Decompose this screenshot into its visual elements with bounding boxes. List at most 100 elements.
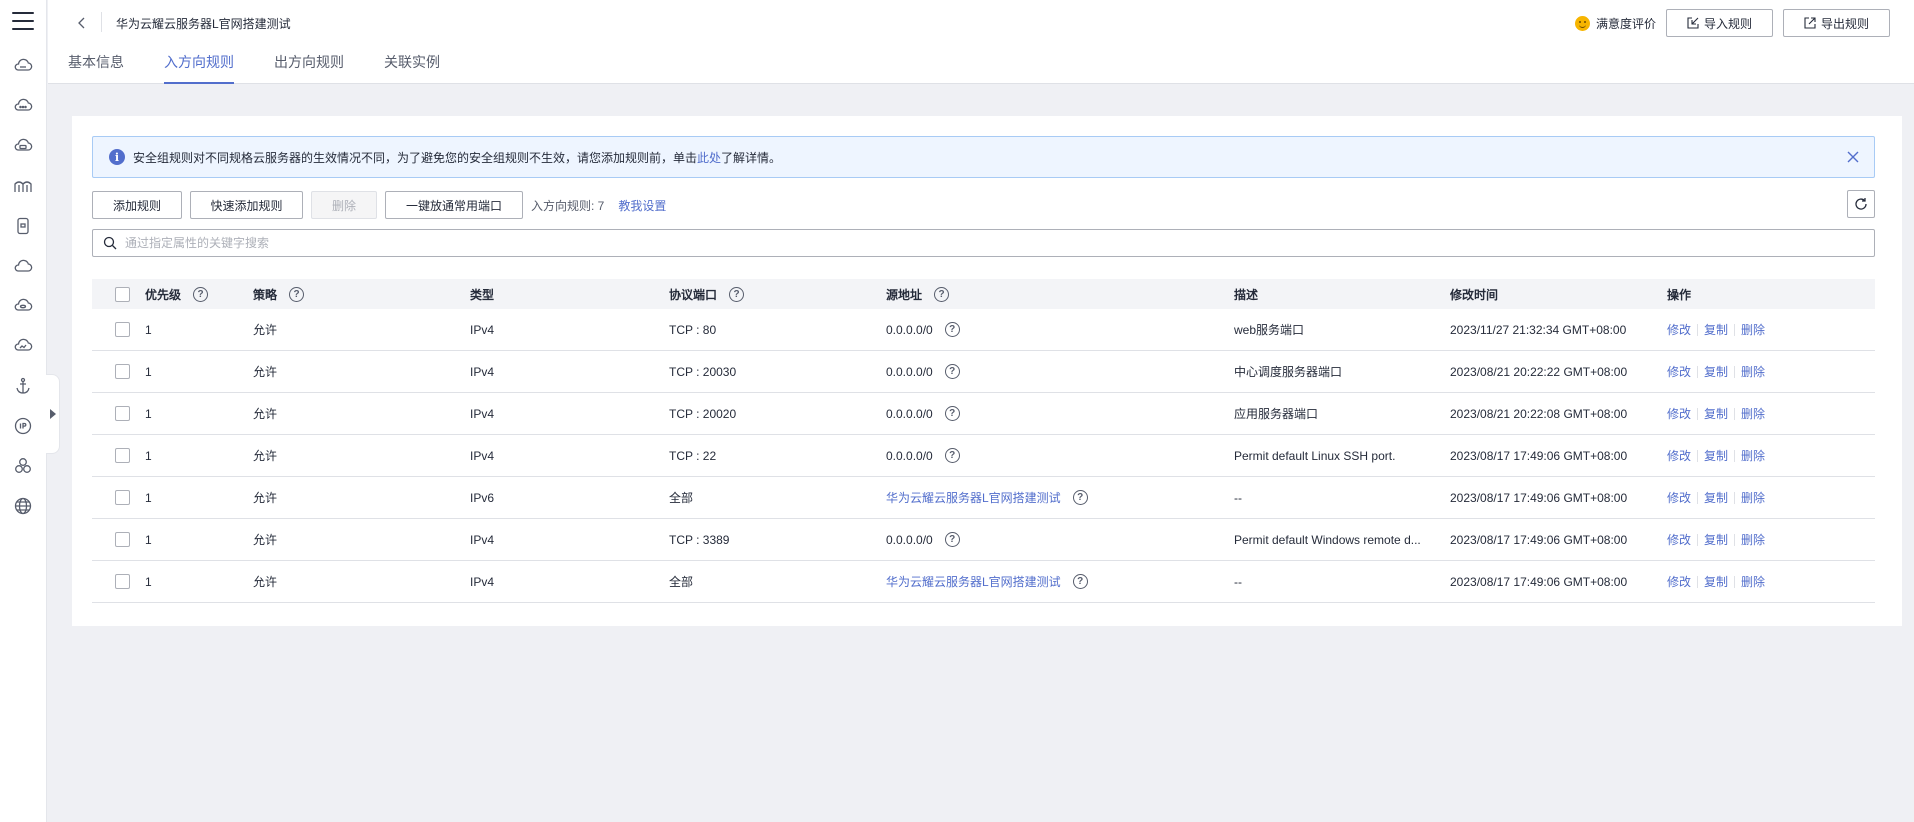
hamburger-menu-icon[interactable] (12, 12, 34, 30)
edit-link[interactable]: 修改 (1667, 489, 1697, 506)
open-common-ports-button[interactable]: 一键放通常用端口 (385, 191, 523, 219)
left-nav-rail (0, 0, 47, 822)
tab-outbound-rules[interactable]: 出方向规则 (254, 52, 364, 84)
delete-link[interactable]: 删除 (1735, 363, 1771, 380)
delete-link[interactable]: 删除 (1735, 573, 1771, 590)
tab-basic-info[interactable]: 基本信息 (68, 52, 144, 84)
close-icon[interactable] (1846, 150, 1860, 164)
notice-detail-link[interactable]: 此处 (697, 151, 721, 165)
delete-link[interactable]: 删除 (1735, 405, 1771, 422)
ip-icon[interactable] (12, 415, 34, 437)
cloud-server-icon[interactable] (12, 55, 34, 77)
tab-associated-instances[interactable]: 关联实例 (364, 52, 460, 84)
source-value[interactable]: 华为云耀云服务器L官网搭建测试 (886, 573, 1061, 590)
source-help-icon[interactable]: ? (944, 448, 960, 463)
rail-expand-toggle[interactable] (46, 374, 60, 454)
source-help-icon[interactable]: ? (944, 532, 960, 547)
import-icon (1687, 17, 1699, 29)
source-help-icon[interactable]: ? (944, 322, 960, 337)
col-time-label: 修改时间 (1450, 287, 1499, 302)
delete-link[interactable]: 删除 (1735, 447, 1771, 464)
import-rules-button[interactable]: 导入规则 (1665, 9, 1773, 37)
header-divider (101, 12, 102, 32)
time-cell: 2023/08/21 20:22:22 GMT+08:00 (1450, 364, 1628, 379)
cloud-icon[interactable] (12, 255, 34, 277)
source-help-icon[interactable]: ? (944, 406, 960, 421)
select-all-checkbox[interactable] (115, 286, 130, 302)
source-help-icon[interactable]: ? (1072, 490, 1088, 505)
globe-icon[interactable] (12, 495, 34, 517)
priority-cell: 1 (145, 532, 152, 547)
ops-cell: 修改 复制 删除 (1667, 309, 1875, 350)
copy-link[interactable]: 复制 (1698, 447, 1734, 464)
rules-card: i 安全组规则对不同规格云服务器的生效情况不同，为了避免您的安全组规则不生效，请… (72, 116, 1902, 626)
delete-link[interactable]: 删除 (1735, 489, 1771, 506)
col-desc-label: 描述 (1234, 287, 1259, 302)
desc-value: Permit default Linux SSH port. (1234, 448, 1396, 463)
priority-cell: 1 (145, 490, 152, 505)
row-checkbox[interactable] (115, 490, 130, 505)
edit-link[interactable]: 修改 (1667, 405, 1697, 422)
row-checkbox[interactable] (115, 364, 130, 379)
row-select-cell (92, 435, 145, 476)
source-cell: 0.0.0.0/0? (886, 519, 1234, 560)
edit-link[interactable]: 修改 (1667, 321, 1697, 338)
row-checkbox[interactable] (115, 574, 130, 589)
teach-me-link[interactable]: 教我设置 (618, 197, 666, 214)
search-input[interactable] (125, 236, 1825, 250)
export-rules-button[interactable]: 导出规则 (1782, 9, 1890, 37)
tab-inbound-rules[interactable]: 入方向规则 (144, 52, 254, 84)
copy-link[interactable]: 复制 (1698, 321, 1734, 338)
quick-add-rule-button[interactable]: 快速添加规则 (190, 191, 303, 219)
edit-link[interactable]: 修改 (1667, 363, 1697, 380)
page-header: 华为云耀云服务器L官网搭建测试 基本信息 入方向规则 出方向规则 关联实例 满意… (48, 0, 1914, 84)
cloud-monitor-icon[interactable] (12, 335, 34, 357)
row-actions: 修改 复制 删除 (1667, 531, 1771, 548)
row-select-cell (92, 393, 145, 434)
row-checkbox[interactable] (115, 406, 130, 421)
desc-cell: 应用服务器端口 (1234, 393, 1450, 434)
row-select-cell (92, 561, 145, 602)
delete-link[interactable]: 删除 (1735, 531, 1771, 548)
edit-link[interactable]: 修改 (1667, 447, 1697, 464)
table-row: 1 允许 IPv6 全部 华为云耀云服务器L官网搭建测试? -- 2023/08/17 17… (92, 477, 1875, 519)
export-icon (1804, 17, 1816, 29)
row-checkbox[interactable] (115, 322, 130, 337)
priority-help-icon[interactable]: ? (193, 286, 209, 302)
back-arrow-icon[interactable] (72, 13, 92, 33)
edit-link[interactable]: 修改 (1667, 573, 1697, 590)
satisfaction-survey-link[interactable]: 满意度评价 (1574, 15, 1656, 32)
source-help-icon[interactable]: ? (1072, 574, 1088, 589)
copy-link[interactable]: 复制 (1698, 363, 1734, 380)
anchor-icon[interactable] (12, 375, 34, 397)
source-cell: 华为云耀云服务器L官网搭建测试? (886, 477, 1234, 518)
cloud-web-icon[interactable] (12, 135, 34, 157)
delete-link[interactable]: 删除 (1735, 321, 1771, 338)
copy-link[interactable]: 复制 (1698, 573, 1734, 590)
table-row: 1 允许 IPv4 TCP : 20020 0.0.0.0/0? 应用服务器端口 2023/… (92, 393, 1875, 435)
source-help-icon[interactable]: ? (944, 364, 960, 379)
time-cell: 2023/11/27 21:32:34 GMT+08:00 (1450, 322, 1627, 337)
cloud-database-icon[interactable] (12, 295, 34, 317)
cluster-icon[interactable] (12, 455, 34, 477)
bridge-icon[interactable] (12, 175, 34, 197)
copy-link[interactable]: 复制 (1698, 531, 1734, 548)
copy-link[interactable]: 复制 (1698, 405, 1734, 422)
policy-help-icon[interactable]: ? (289, 286, 305, 302)
row-checkbox[interactable] (115, 532, 130, 547)
add-rule-button[interactable]: 添加规则 (92, 191, 182, 219)
row-checkbox[interactable] (115, 448, 130, 463)
policy-cell: 允许 (253, 533, 278, 547)
delete-button[interactable]: 删除 (311, 191, 377, 219)
device-icon[interactable] (12, 215, 34, 237)
type-cell: IPv6 (470, 490, 495, 505)
edit-link[interactable]: 修改 (1667, 531, 1697, 548)
port-help-icon[interactable]: ? (729, 286, 745, 302)
refresh-button[interactable] (1847, 190, 1875, 218)
copy-link[interactable]: 复制 (1698, 489, 1734, 506)
source-value[interactable]: 华为云耀云服务器L官网搭建测试 (886, 489, 1061, 506)
col-ops: 操作 (1667, 279, 1875, 309)
policy-cell: 允许 (253, 365, 278, 379)
source-help-icon[interactable]: ? (934, 286, 950, 302)
cloud-more-icon[interactable] (12, 95, 34, 117)
